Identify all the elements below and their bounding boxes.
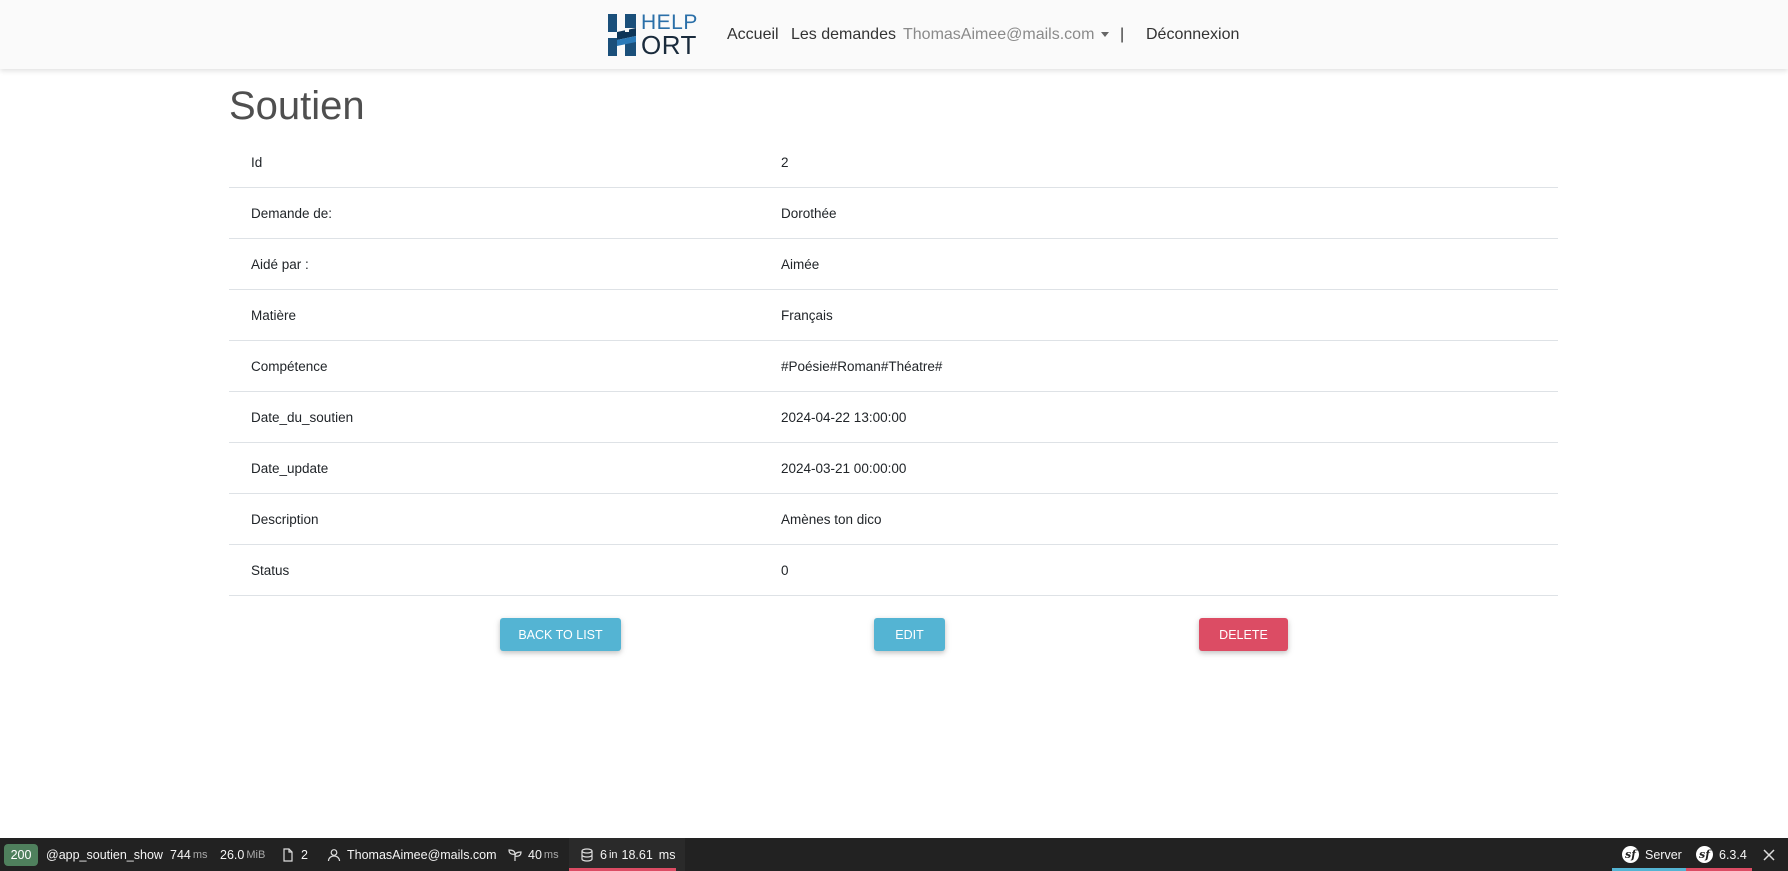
- field-value: Dorothée: [781, 187, 1558, 239]
- user-dropdown[interactable]: ThomasAimee@mails.com: [903, 0, 1110, 69]
- field-label: Aidé par :: [229, 238, 781, 290]
- server-label: Server: [1645, 847, 1682, 862]
- user-email-label[interactable]: ThomasAimee@mails.com: [903, 26, 1094, 44]
- brand-text-bottom: ORT: [641, 30, 697, 60]
- page-title: Soutien: [229, 84, 365, 128]
- security-user[interactable]: ThomasAimee@mails.com: [327, 838, 497, 871]
- symfony-version-icon: sf: [1696, 846, 1713, 863]
- table-row: Id 2: [229, 137, 1558, 188]
- twig-files[interactable]: 2: [281, 838, 308, 871]
- table-row: Date_du_soutien 2024-04-22 13:00:00: [229, 391, 1558, 443]
- field-value: 0: [781, 544, 1558, 596]
- render-time-value: 40: [528, 847, 542, 862]
- field-value: #Poésie#Roman#Théatre#: [781, 340, 1558, 392]
- help-ort-logo-icon: [608, 14, 636, 56]
- field-value: Français: [781, 289, 1558, 341]
- leaf-icon: [508, 848, 522, 861]
- nav-item-home[interactable]: Accueil: [727, 0, 779, 69]
- field-value: 2: [781, 137, 1558, 188]
- field-label: Compétence: [229, 340, 781, 392]
- field-label: Date_update: [229, 442, 781, 494]
- table-row: Aidé par : Aimée: [229, 238, 1558, 290]
- top-navbar: HELP ORT Accueil Les demandes ThomasAime…: [0, 0, 1788, 69]
- field-label: Description: [229, 493, 781, 545]
- field-value: Aimée: [781, 238, 1558, 290]
- db-query-count: 6: [600, 847, 607, 862]
- nav-item-logout[interactable]: Déconnexion: [1146, 0, 1239, 69]
- field-label: Status: [229, 544, 781, 596]
- db-time-value: 18.61: [621, 847, 653, 862]
- db-time-unit: ms: [658, 847, 676, 862]
- symfony-version-text: 6.3.4: [1719, 847, 1747, 862]
- table-row: Demande de: Dorothée: [229, 187, 1558, 239]
- field-label: Demande de:: [229, 187, 781, 239]
- delete-button[interactable]: delete: [1199, 618, 1288, 651]
- table-row: Description Amènes ton dico: [229, 493, 1558, 545]
- field-value: 2024-03-21 00:00:00: [781, 442, 1558, 494]
- database-queries[interactable]: 6 in 18.61 ms: [569, 838, 685, 871]
- table-row: Compétence #Poésie#Roman#Théatre#: [229, 340, 1558, 392]
- db-in-label: in: [608, 848, 618, 861]
- details-table: Id 2 Demande de: Dorothée Aidé par : Aimée …: [229, 137, 1558, 596]
- field-value: 2024-04-22 13:00:00: [781, 391, 1558, 443]
- field-label: Id: [229, 137, 781, 188]
- brand-text: HELP ORT: [641, 12, 698, 58]
- memory-value: 26.0: [220, 847, 245, 862]
- back-to-list-button[interactable]: back to list: [500, 618, 621, 651]
- memory-usage[interactable]: 26.0 MiB: [220, 838, 265, 871]
- request-time-unit: ms: [192, 848, 208, 861]
- nav-separator: |: [1120, 0, 1124, 69]
- nav-separator-text: |: [1120, 25, 1125, 43]
- nav-link-requests[interactable]: Les demandes: [791, 26, 896, 44]
- database-icon: [581, 847, 593, 862]
- field-value: Amènes ton dico: [781, 493, 1558, 545]
- status-code-badge[interactable]: 200: [4, 844, 38, 866]
- security-user-text: ThomasAimee@mails.com: [347, 847, 497, 862]
- edit-button[interactable]: edit: [874, 618, 945, 651]
- field-label: Matière: [229, 289, 781, 341]
- route-name-text: @app_soutien_show: [46, 847, 163, 862]
- nav-item-requests[interactable]: Les demandes: [791, 0, 896, 69]
- symfony-version[interactable]: sf 6.3.4: [1686, 838, 1752, 871]
- chevron-down-icon[interactable]: [1101, 32, 1110, 37]
- table-row: Status 0: [229, 544, 1558, 596]
- server-info[interactable]: sf Server: [1612, 838, 1686, 871]
- field-label: Date_du_soutien: [229, 391, 781, 443]
- symfony-logo-icon: sf: [1622, 846, 1639, 863]
- table-row: Date_update 2024-03-21 00:00:00: [229, 442, 1558, 494]
- render-time[interactable]: 40 ms: [508, 838, 559, 871]
- nav-link-home[interactable]: Accueil: [727, 26, 779, 44]
- logout-link[interactable]: Déconnexion: [1146, 26, 1239, 44]
- request-time[interactable]: 744 ms: [170, 838, 208, 871]
- brand-logo[interactable]: HELP ORT: [608, 12, 703, 58]
- close-toolbar-button[interactable]: [1763, 838, 1775, 871]
- table-row: Matière Français: [229, 289, 1558, 341]
- file-icon: [283, 847, 293, 862]
- memory-unit: MiB: [246, 848, 266, 861]
- user-icon: [327, 848, 341, 861]
- debug-toolbar: 200 @app_soutien_show 744 ms 26.0 MiB 2 …: [0, 838, 1788, 871]
- close-icon[interactable]: [1763, 848, 1775, 861]
- render-time-unit: ms: [543, 848, 559, 861]
- files-count: 2: [301, 847, 308, 862]
- route-name[interactable]: @app_soutien_show: [46, 838, 163, 871]
- request-time-value: 744: [170, 847, 191, 862]
